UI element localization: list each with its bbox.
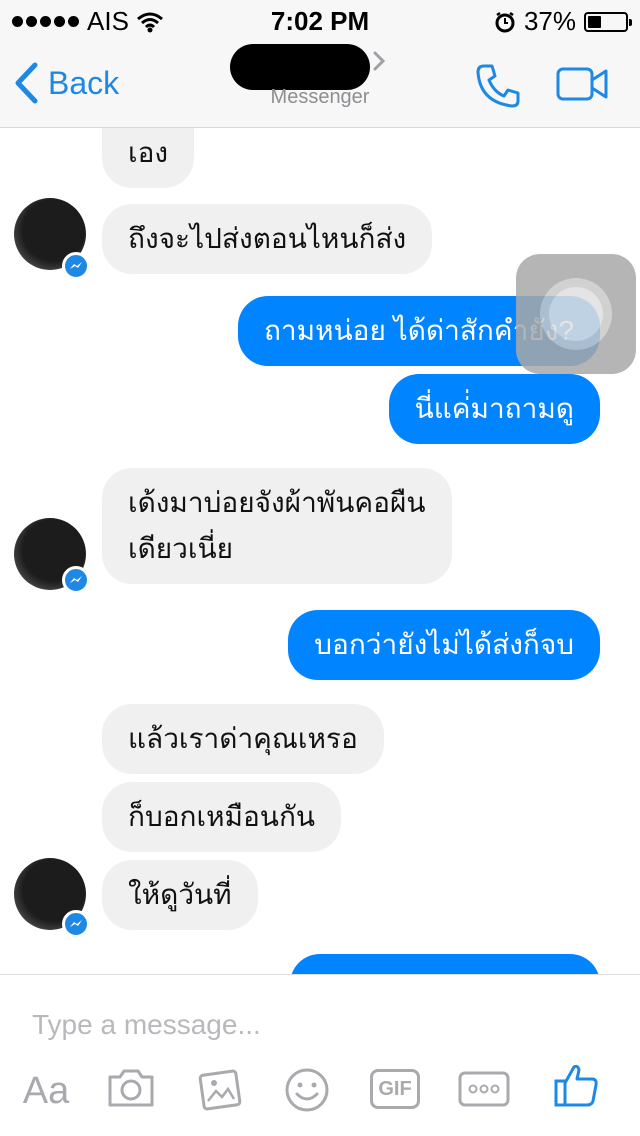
message-bubble-incoming[interactable]: เอง	[102, 128, 195, 188]
emoji-button[interactable]	[284, 1067, 330, 1113]
messenger-badge-icon	[62, 910, 90, 938]
status-bar: AIS 7:02 PM 37%	[0, 0, 640, 40]
emoji-icon	[285, 1068, 329, 1112]
message-line: เด้งมาบ่อยจังผ้าพันคอผืน	[128, 487, 426, 518]
phone-icon[interactable]	[474, 62, 522, 110]
photo-gallery-button[interactable]	[198, 1067, 244, 1113]
messenger-badge-icon	[62, 566, 90, 594]
message-bubble-incoming[interactable]: ถึงจะไปส่งตอนไหนก็ส่ง	[102, 204, 433, 274]
chevron-right-icon[interactable]	[372, 50, 386, 72]
message-list[interactable]: เอง ถึงจะไปส่งตอนไหนก็ส่ง ถามหน่อย ได้ด่…	[0, 128, 640, 974]
gif-button[interactable]: GIF	[370, 1069, 420, 1109]
alarm-icon	[495, 11, 515, 32]
message-bubble-outgoing[interactable]: นี่แค่่มาถามดู	[388, 374, 600, 444]
message-bubble-incoming[interactable]: ให้ดูวันที่	[102, 860, 258, 930]
message-composer: Aa GIF	[0, 974, 640, 1136]
contact-name-redacted[interactable]	[230, 44, 370, 90]
message-line: เดียวเนี่ย	[128, 533, 233, 564]
text-format-button[interactable]: Aa	[18, 1067, 74, 1115]
assistive-touch-button[interactable]	[516, 254, 636, 374]
more-icon	[458, 1071, 510, 1107]
message-bubble-outgoing[interactable]	[290, 954, 600, 974]
video-camera-icon[interactable]	[556, 66, 608, 102]
more-options-button[interactable]	[458, 1071, 510, 1107]
messenger-badge-icon	[62, 252, 90, 280]
photo-gallery-icon	[198, 1069, 242, 1111]
battery-icon	[584, 11, 632, 32]
battery-percent: 37%	[523, 6, 576, 36]
message-bubble-outgoing[interactable]: บอกว่ายังไม่ได้ส่งก็จบ	[288, 610, 600, 680]
conversation-header: Back Messenger	[0, 40, 640, 128]
message-bubble-incoming[interactable]: แล้วเราด่าคุณเหรอ	[102, 704, 384, 774]
battery-level-fill	[588, 15, 602, 28]
message-bubble-incoming[interactable]: ก็บอกเหมือนกัน	[102, 782, 342, 852]
gif-icon: GIF	[370, 1069, 420, 1109]
conversation-subtitle: Messenger	[270, 86, 370, 108]
status-right: 37%	[494, 6, 632, 37]
camera-icon	[108, 1069, 154, 1107]
camera-button[interactable]	[106, 1067, 156, 1109]
message-input[interactable]	[32, 1005, 592, 1045]
like-button[interactable]	[552, 1061, 600, 1109]
thumbs-up-icon	[554, 1064, 598, 1107]
message-bubble-incoming[interactable]: เด้งมาบ่อยจังผ้าพันคอผืน เดียวเนี่ย	[102, 468, 452, 584]
composer-toolbar: Aa GIF	[0, 1064, 640, 1117]
